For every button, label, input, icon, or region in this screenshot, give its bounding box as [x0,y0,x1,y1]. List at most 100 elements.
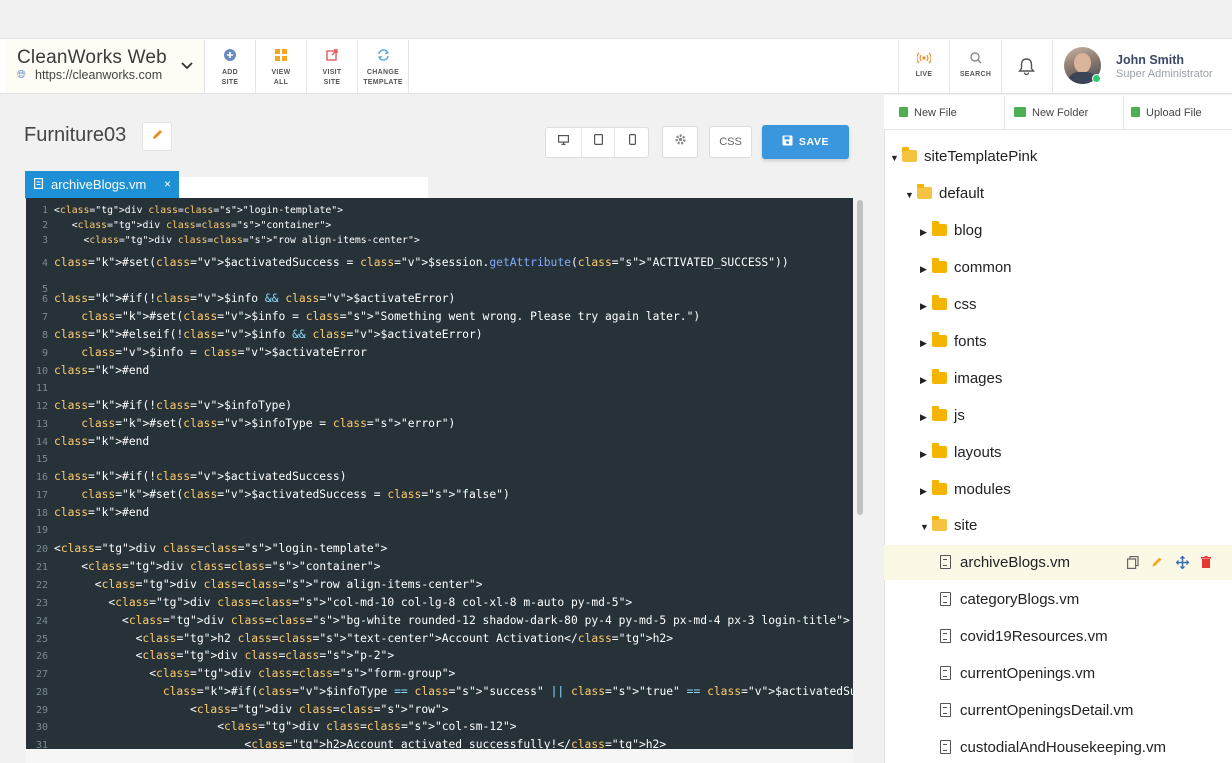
tree-label: fonts [954,333,987,350]
tree-folder-blog[interactable]: ▶ blog [920,219,982,243]
trash-icon[interactable] [1201,556,1211,571]
code-line: 10 class="k">#end [26,362,853,380]
code-text: <class="tg">div [54,667,252,680]
file-icon [940,555,951,569]
mobile-icon [628,134,636,148]
code-text: class="k">#end [54,364,150,377]
file-tab-archiveblogs[interactable]: archiveBlogs.vm × [25,171,179,198]
upload-file-button[interactable]: Upload File [1124,96,1232,130]
chevron-down-icon[interactable] [181,57,193,73]
folder-icon [932,443,947,458]
copy-icon[interactable] [1127,556,1139,572]
code-text: class="k">#end [54,435,150,448]
code-line: 23 <class="tg">div class=class="s">"col-… [26,594,853,612]
tree-folder-common[interactable]: ▶ common [920,256,1012,280]
line-number: 4 [41,258,48,269]
tree-folder-fonts[interactable]: ▶ fonts [920,330,987,354]
caret-down-icon: ▼ [905,190,914,200]
search-icon [950,52,1001,66]
folder-open-icon [917,184,932,199]
line-number: 6 [41,294,48,305]
desktop-preview-button[interactable] [546,128,580,157]
new-file-button[interactable]: New File [884,96,1005,130]
code-line: 19 [26,521,853,539]
move-icon[interactable] [1175,555,1190,572]
tree-folder-images[interactable]: ▶ images [920,367,1002,391]
search-button[interactable]: SEARCH [949,40,1001,93]
plus-circle-icon [205,49,255,63]
close-icon[interactable]: × [164,171,171,198]
code-text: <class="tg">div [54,205,143,216]
save-button[interactable]: SAVE [762,125,849,159]
user-menu[interactable]: John Smith Super Administrator [1052,40,1232,93]
tablet-preview-button[interactable] [581,128,615,157]
tree-file-item[interactable]: archiveBlogs.vm [940,551,1070,575]
code-line: 13 class="k">#set(class="v">$infoType = … [26,415,853,433]
line-number: 28 [35,687,48,698]
line-number: 26 [35,651,48,662]
notifications-button[interactable] [1001,40,1052,93]
tree-label: layouts [954,444,1002,461]
code-scrollbar-thumb[interactable] [857,200,863,515]
code-text: <class="tg">div [54,578,197,591]
tree-folder-layouts[interactable]: ▶ layouts [920,441,1002,465]
line-number: 24 [35,616,48,627]
settings-button[interactable] [662,126,698,158]
code-line: 9 class="v">$info = class="v">$activateE… [26,344,853,362]
code-line: 30 <class="tg">div class=class="s">"col-… [26,718,853,736]
line-number: 19 [35,525,48,536]
tree-file-item[interactable]: covid19Resources.vm [940,625,1108,649]
file-icon [940,629,951,643]
edit-title-button[interactable] [142,122,172,151]
upload-icon [1131,107,1140,117]
tree-label: categoryBlogs.vm [960,591,1080,608]
pencil-icon[interactable] [1151,556,1163,571]
code-line: 16 class="k">#if(!class="v">$activatedSuc… [26,468,853,486]
tree-folder-modules[interactable]: ▶ modules [920,478,1011,502]
tree-file-item[interactable]: currentOpeningsDetail.vm [940,699,1133,723]
new-folder-button[interactable]: New Folder [1005,96,1124,130]
tree-folder-js[interactable]: ▶ js [920,404,965,428]
site-selector[interactable]: CleanWorks Web 🌐︎ https://cleanworks.com [5,40,205,93]
code-line: 27 <class="tg">div class=class="s">"form… [26,665,853,683]
tree-folder-css[interactable]: ▶ css [920,293,977,317]
line-number: 30 [35,722,48,733]
file-icon [940,666,951,680]
folder-icon [932,406,947,421]
page-title: Furniture03 [24,124,127,146]
code-text: class="k">#if [162,685,252,698]
code-editor[interactable]: 1 <class="tg">div class=class="s">"login-… [26,198,853,749]
code-line: 20 <class="tg">div class=class="s">"login… [26,540,853,558]
tree-file-item[interactable]: categoryBlogs.vm [940,588,1079,612]
code-text: <class="tg">div [54,235,172,246]
visit-site-button[interactable]: VISIT SITE [307,40,358,93]
change-template-button[interactable]: CHANGE TEMPLATE [358,40,409,93]
tree-file-item[interactable]: currentOpenings.vm [940,662,1095,686]
view-all-label-1: VIEW [271,69,291,76]
tree-label: currentOpenings.vm [960,665,1096,682]
tree-folder-sitetemplatepink[interactable]: ▼ siteTemplatePink [890,145,1037,169]
code-text: class="k">#elseif [54,328,170,341]
css-button[interactable]: CSS [709,126,752,158]
code-text: <class="tg">div [54,703,293,716]
view-all-button[interactable]: VIEW ALL [256,40,307,93]
code-text: class="k">#set [54,256,150,269]
line-number: 23 [35,598,48,609]
tree-folder-default[interactable]: ▼ default [905,182,984,206]
code-line: 24 <class="tg">div class=class="s">"bg-w… [26,612,853,630]
new-folder-icon [1014,107,1026,117]
tree-label: modules [954,481,1011,498]
tree-folder-site[interactable]: ▼ site [920,514,977,538]
line-number: 11 [35,383,48,394]
globe-icon: 🌐︎ [17,69,26,81]
live-button[interactable]: LIVE [898,40,949,93]
mobile-preview-button[interactable] [615,128,649,157]
avatar-face [1074,53,1091,73]
folder-icon [932,369,947,384]
external-link-icon [307,49,357,63]
code-line: 12 class="k">#if(!class="v">$infoType) [26,397,853,415]
add-site-button[interactable]: ADD SITE [205,40,256,93]
line-number: 21 [35,562,48,573]
tree-file-item[interactable]: custodialAndHousekeeping.vm [940,736,1166,760]
change-template-label-2: TEMPLATE [363,79,403,86]
